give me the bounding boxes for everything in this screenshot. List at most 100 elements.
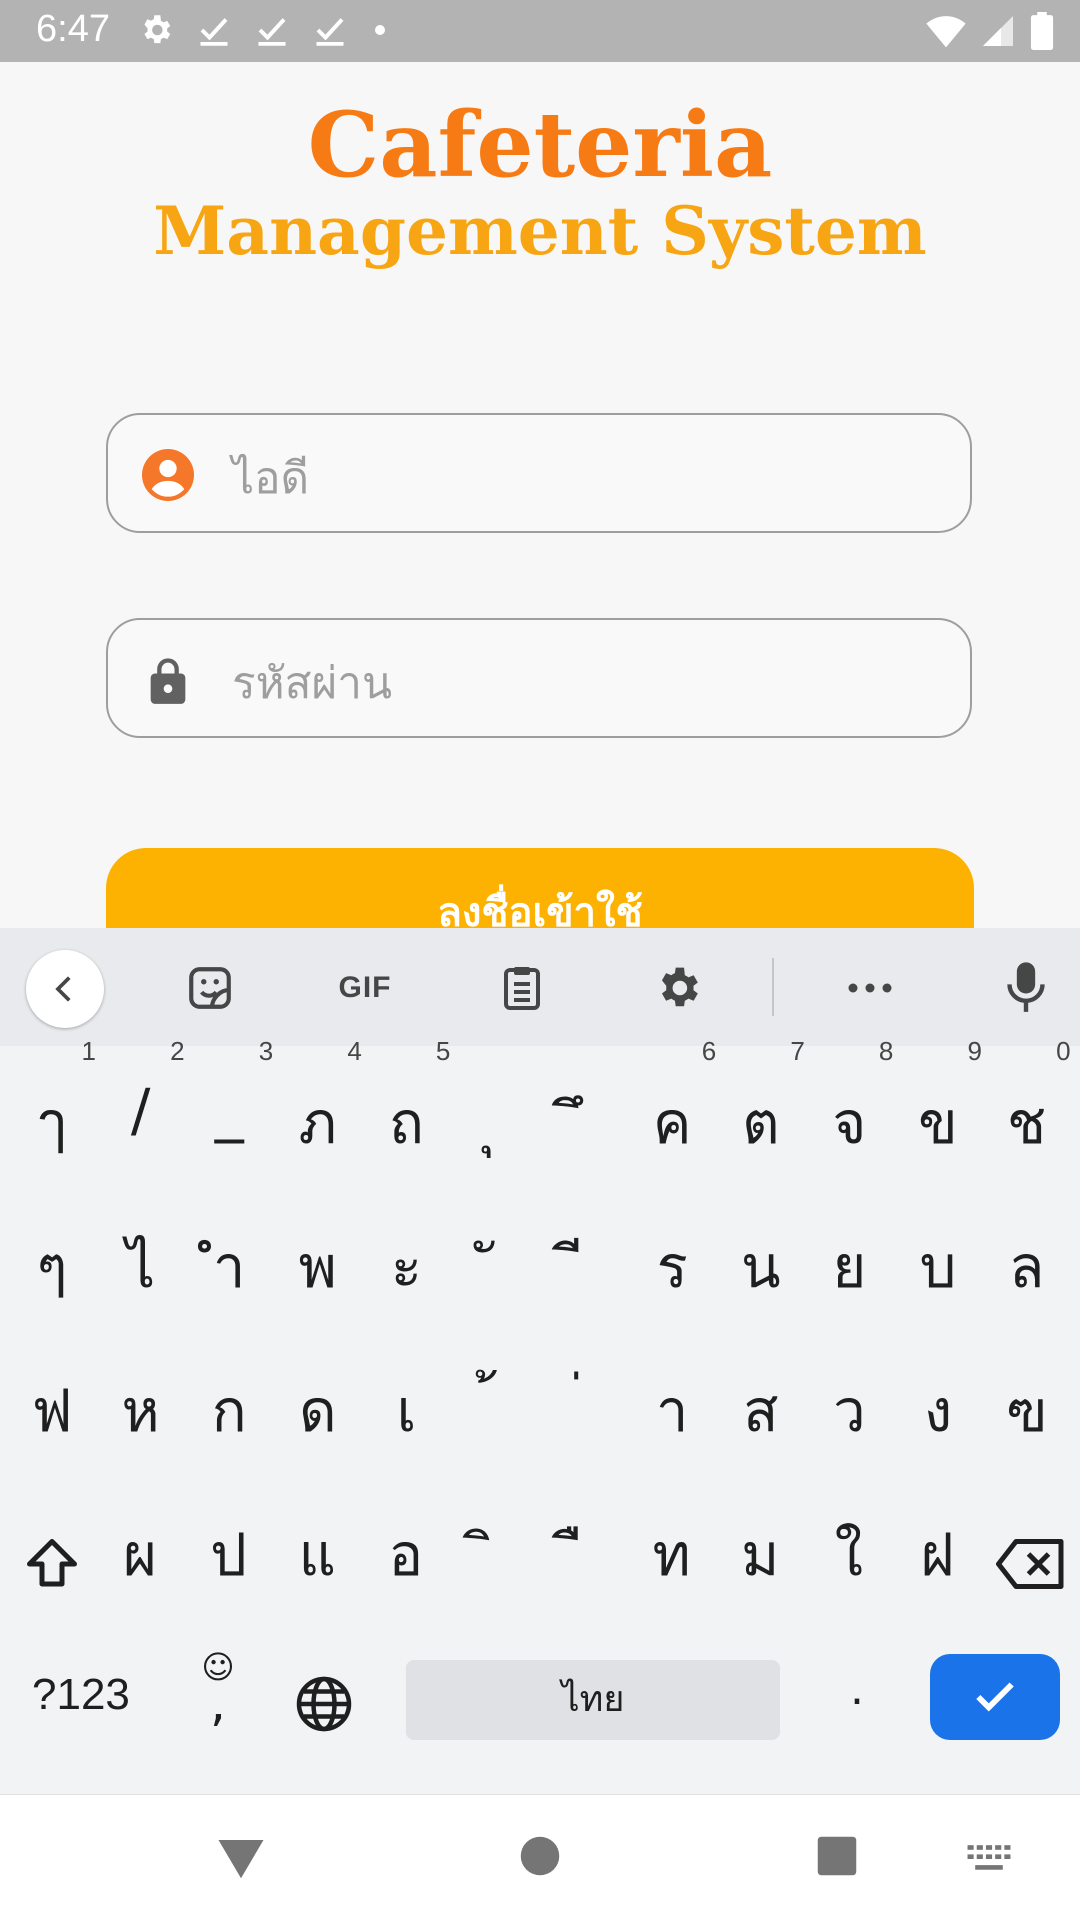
enter-key[interactable] bbox=[930, 1654, 1060, 1740]
key-row2-0[interactable]: ๆ bbox=[8, 1182, 96, 1306]
key-row4-9[interactable]: ฝ bbox=[893, 1470, 981, 1594]
key-row3-6[interactable]: ่ bbox=[540, 1326, 628, 1450]
key-row2-7[interactable]: ร bbox=[628, 1182, 716, 1306]
account-circle-icon bbox=[142, 449, 194, 501]
key-char: ค bbox=[652, 1089, 692, 1157]
key-row1-8[interactable]: ต7 bbox=[717, 1036, 805, 1162]
key-row4-1[interactable]: ป bbox=[185, 1470, 273, 1594]
key-char: ไ bbox=[126, 1233, 156, 1301]
key-row1-1[interactable]: /2 bbox=[97, 1036, 185, 1162]
key-row1-7[interactable]: ค6 bbox=[628, 1036, 716, 1162]
keyboard-bottom-row: ?123 ☺ , ไทย . bbox=[0, 1648, 1080, 1750]
key-row1-2[interactable]: _ 3 bbox=[185, 1036, 274, 1162]
key-row1-5[interactable]: ุ bbox=[451, 1038, 539, 1162]
key-char: พ bbox=[298, 1233, 337, 1301]
key-row1-9[interactable]: จ8 bbox=[805, 1036, 893, 1162]
id-field[interactable]: ไอดี bbox=[106, 413, 972, 533]
key-char: ื bbox=[539, 1508, 627, 1601]
key-row3-10[interactable]: ง bbox=[894, 1326, 982, 1450]
sticker-icon[interactable] bbox=[172, 950, 248, 1026]
key-hint: 0 bbox=[1056, 1036, 1071, 1066]
key-char: ึ bbox=[540, 1076, 628, 1169]
more-icon[interactable] bbox=[832, 950, 908, 1026]
comma-emoji-key[interactable]: ☺ , bbox=[196, 1648, 240, 1750]
key-row2-6[interactable]: ี bbox=[540, 1182, 628, 1306]
key-row3-1[interactable]: ห bbox=[97, 1326, 185, 1450]
key-row2-8[interactable]: น bbox=[717, 1182, 805, 1306]
key-char: ผ bbox=[123, 1521, 157, 1589]
key-char: ว bbox=[833, 1377, 866, 1445]
key-row4-6[interactable]: ท bbox=[628, 1470, 716, 1594]
key-row3-7[interactable]: า bbox=[628, 1326, 716, 1450]
key-char: ๆ bbox=[36, 1233, 68, 1301]
key-char: เ bbox=[396, 1377, 417, 1445]
key-row1-6[interactable]: ึ bbox=[540, 1038, 628, 1162]
key-row4-2[interactable]: แ bbox=[273, 1470, 361, 1594]
login-screen: Cafeteria Management System ไอดี รหัสผ่า… bbox=[0, 62, 1080, 988]
period-key[interactable]: . bbox=[850, 1664, 864, 1715]
space-key[interactable]: ไทย bbox=[406, 1660, 780, 1740]
key-row4-5[interactable]: ื bbox=[539, 1470, 627, 1594]
key-row1-11[interactable]: ช0 bbox=[983, 1036, 1071, 1162]
symbols-key[interactable]: ?123 bbox=[32, 1670, 130, 1720]
key-row1-3[interactable]: ภ4 bbox=[274, 1036, 362, 1162]
key-row2-10[interactable]: บ bbox=[894, 1182, 982, 1306]
mic-icon[interactable] bbox=[988, 950, 1064, 1026]
key-row4-8[interactable]: ใ bbox=[805, 1470, 893, 1594]
key-row3-11[interactable]: ฃ bbox=[983, 1326, 1071, 1450]
keyboard-switch-icon[interactable] bbox=[966, 1843, 1012, 1875]
key-row2-5[interactable]: ั bbox=[451, 1182, 539, 1306]
key-char: น bbox=[740, 1233, 781, 1301]
key-row2-4[interactable]: ะ bbox=[362, 1182, 450, 1306]
password-field[interactable]: รหัสผ่าน bbox=[106, 618, 972, 738]
key-row3-5[interactable]: ้ bbox=[451, 1326, 539, 1450]
key-row4-7[interactable]: ม bbox=[716, 1470, 804, 1594]
key-char: ร bbox=[656, 1233, 688, 1301]
globe-icon[interactable] bbox=[294, 1674, 354, 1734]
back-icon[interactable] bbox=[26, 950, 104, 1028]
key-char: ส bbox=[743, 1377, 779, 1445]
key-char: ถ bbox=[388, 1089, 424, 1157]
shift-key[interactable] bbox=[8, 1510, 92, 1634]
signal-icon bbox=[983, 16, 1013, 46]
recents-square-icon[interactable] bbox=[816, 1835, 858, 1877]
key-row4-0[interactable]: ผ bbox=[96, 1470, 184, 1594]
back-triangle-icon[interactable] bbox=[214, 1835, 268, 1881]
key-row3-8[interactable]: ส bbox=[717, 1326, 805, 1450]
key-char: อ bbox=[388, 1521, 424, 1589]
key-hint: 4 bbox=[347, 1036, 362, 1066]
key-row1-4[interactable]: ถ5 bbox=[362, 1036, 451, 1162]
key-row3-2[interactable]: ก bbox=[185, 1326, 273, 1450]
key-char: บ bbox=[919, 1233, 957, 1301]
key-row3-9[interactable]: ว bbox=[805, 1326, 893, 1450]
clipboard-icon[interactable] bbox=[484, 950, 560, 1026]
home-circle-icon[interactable] bbox=[519, 1835, 561, 1877]
status-system-icons bbox=[926, 12, 1054, 50]
key-row2-1[interactable]: ไ bbox=[97, 1182, 185, 1306]
key-row2-2[interactable]: ำ bbox=[185, 1182, 273, 1306]
key-row3-4[interactable]: เ bbox=[362, 1326, 450, 1450]
key-row1-0[interactable]: ๅ1 bbox=[8, 1036, 96, 1162]
key-char: ฃ bbox=[1006, 1377, 1048, 1445]
settings-icon[interactable] bbox=[640, 950, 716, 1026]
key-char: ้ bbox=[451, 1364, 539, 1457]
key-row2-11[interactable]: ล bbox=[983, 1182, 1071, 1306]
key-row3-3[interactable]: ด bbox=[274, 1326, 362, 1450]
keyboard-toolbar: GIF bbox=[0, 928, 1080, 1046]
key-char: ด bbox=[298, 1377, 337, 1445]
key-row2-9[interactable]: ย bbox=[805, 1182, 893, 1306]
check-icon bbox=[316, 18, 344, 46]
key-char: ข bbox=[918, 1089, 958, 1157]
key-char: ป bbox=[210, 1521, 247, 1589]
battery-icon bbox=[1030, 12, 1054, 50]
backspace-key[interactable] bbox=[988, 1510, 1072, 1634]
key-row4-3[interactable]: อ bbox=[362, 1470, 450, 1594]
comma-label: , bbox=[210, 1674, 226, 1732]
key-row3-0[interactable]: ฟ bbox=[8, 1326, 96, 1450]
key-row2-3[interactable]: พ bbox=[274, 1182, 362, 1306]
lock-icon bbox=[150, 658, 186, 704]
check-icon bbox=[200, 18, 228, 46]
key-row4-4[interactable]: ิ bbox=[450, 1470, 538, 1594]
gif-icon[interactable]: GIF bbox=[326, 950, 404, 1026]
key-row1-10[interactable]: ข9 bbox=[894, 1036, 982, 1162]
